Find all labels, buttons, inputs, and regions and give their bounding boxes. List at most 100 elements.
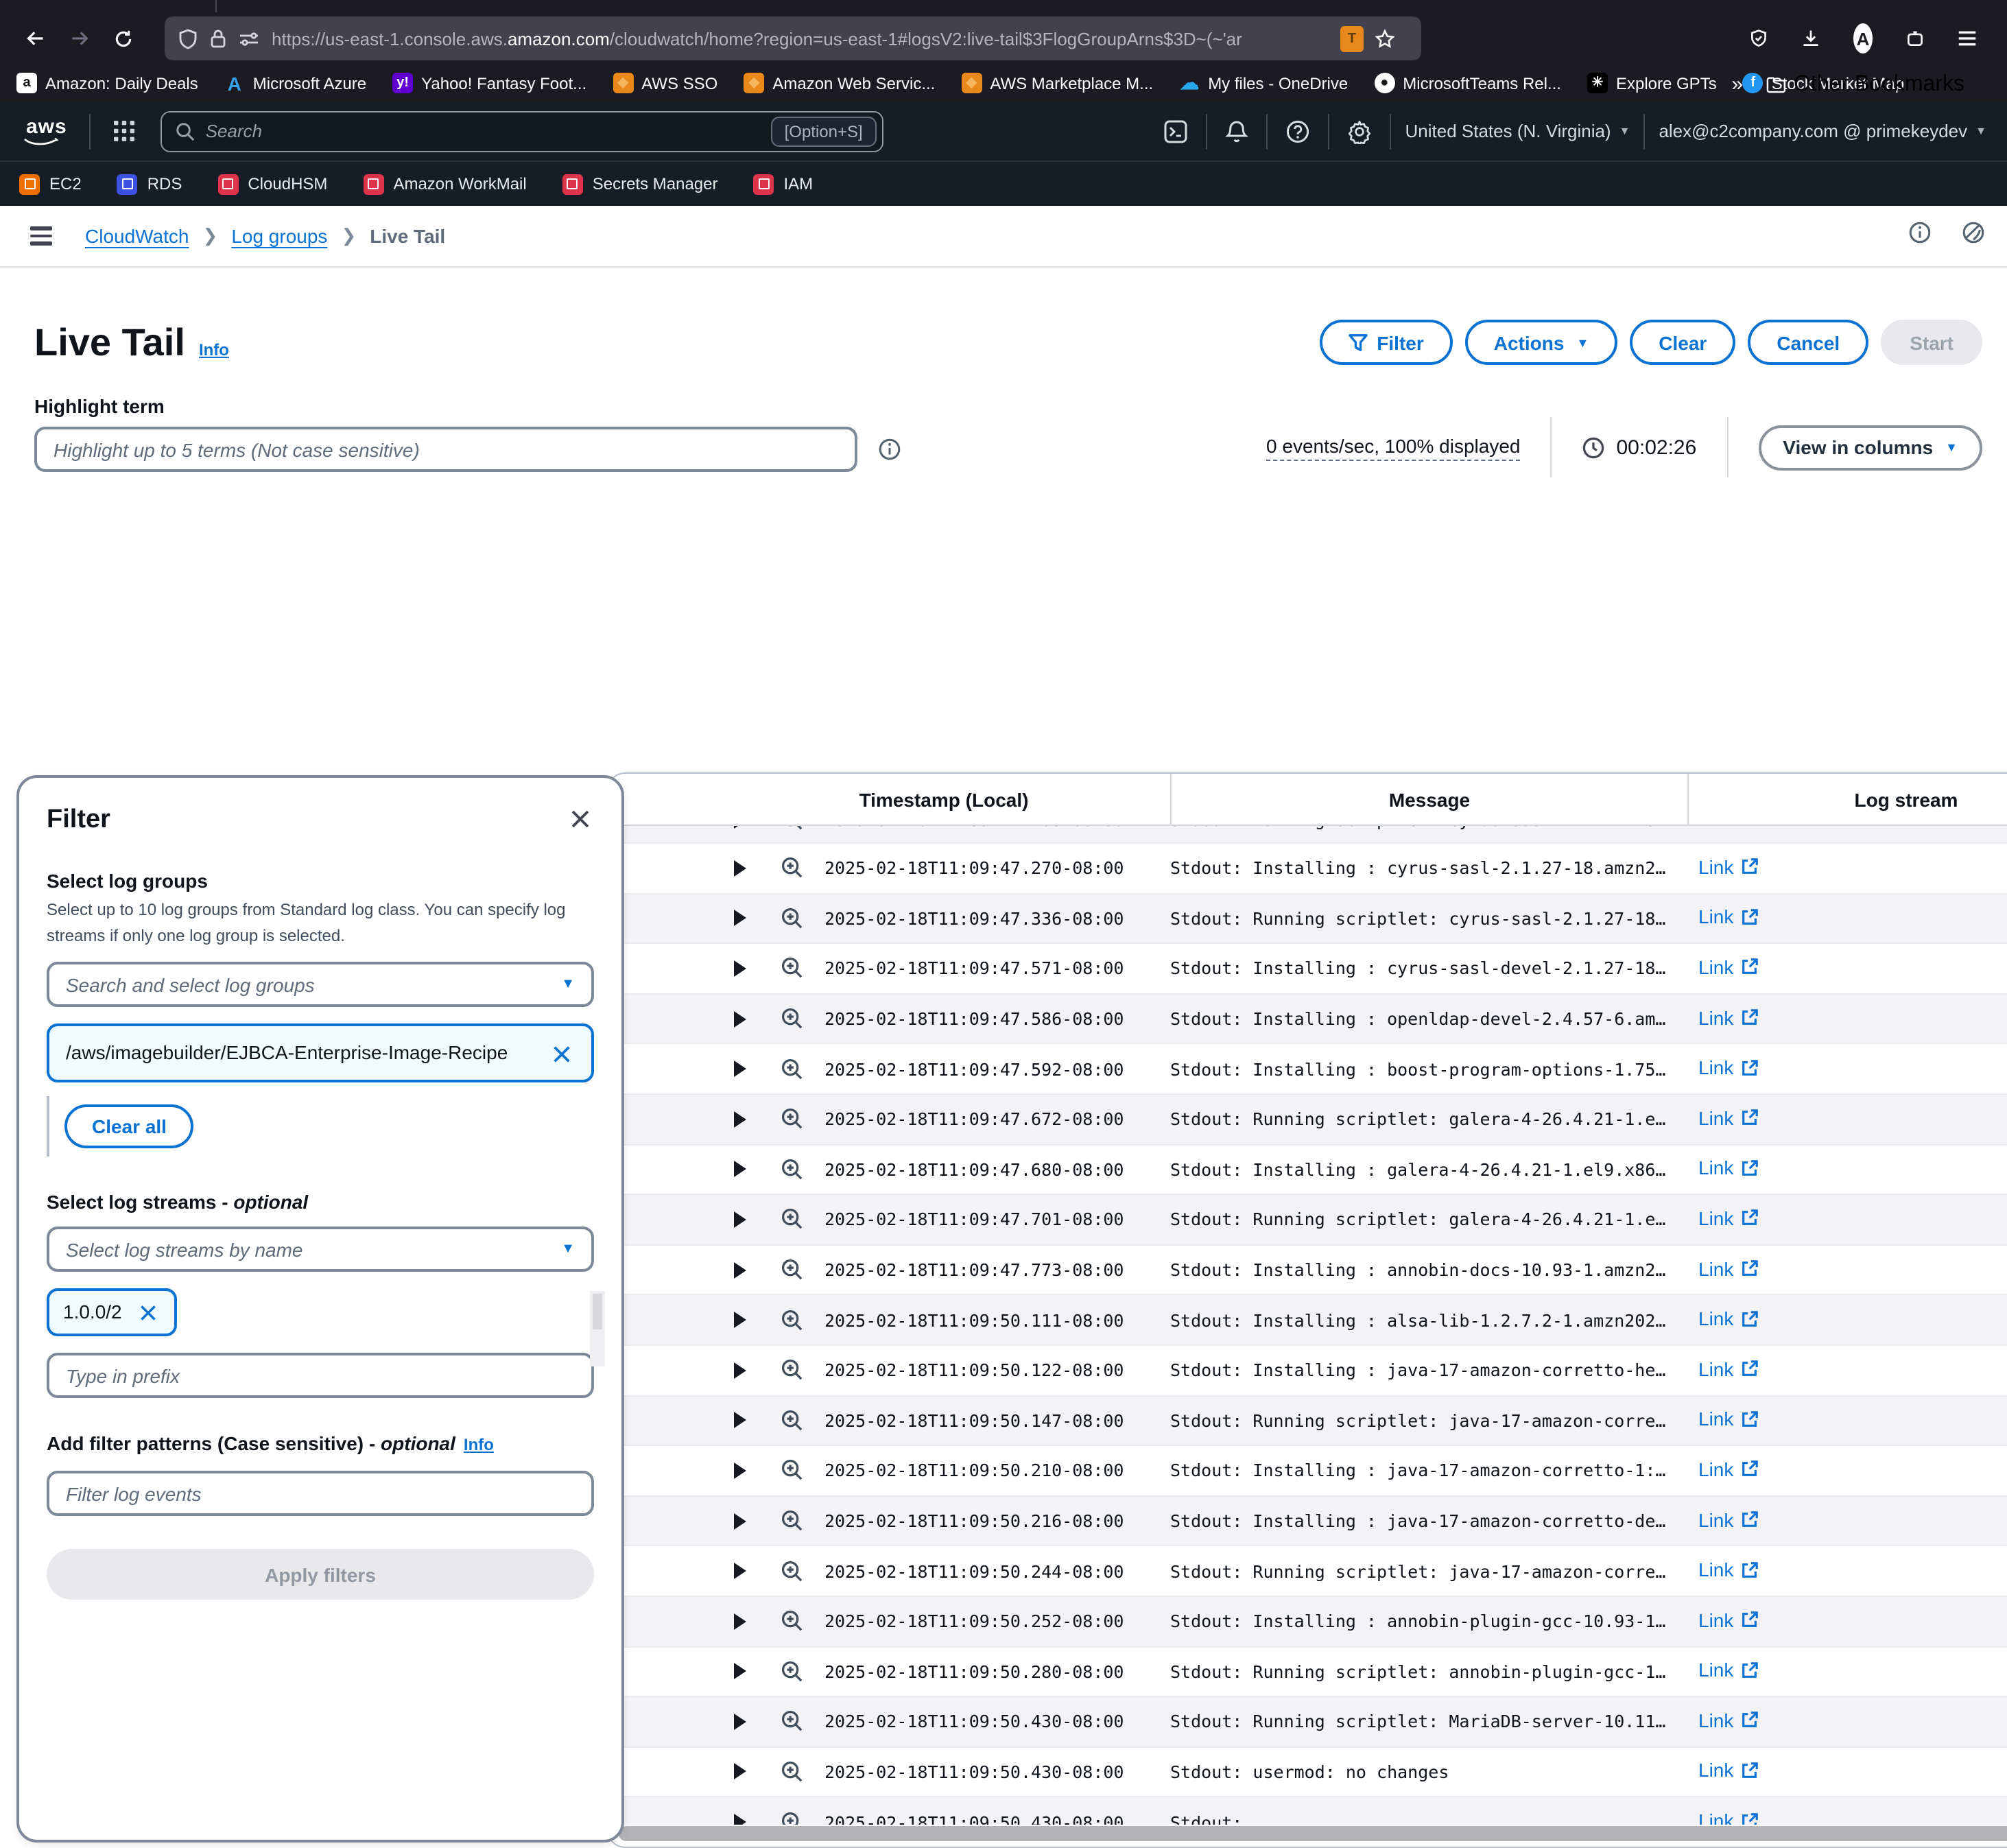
inspect-event-button[interactable]: [772, 1157, 824, 1183]
log-stream-link[interactable]: Link: [1698, 1307, 1758, 1329]
bookmark-item[interactable]: ● MicrosoftTeams Rel...: [1374, 73, 1561, 93]
inspect-event-button[interactable]: [772, 1207, 824, 1233]
bookmark-item[interactable]: ◆ AWS SSO: [613, 73, 717, 93]
log-stream-link[interactable]: Link: [1698, 1559, 1758, 1580]
expand-event-button[interactable]: [726, 1411, 772, 1430]
expand-event-button[interactable]: [726, 1059, 772, 1078]
expand-event-button[interactable]: [726, 1712, 772, 1731]
expand-event-button[interactable]: [726, 1511, 772, 1530]
log-stream-link[interactable]: Link: [1698, 1659, 1758, 1681]
expand-event-button[interactable]: [726, 859, 772, 878]
view-in-columns-button[interactable]: View in columns▼: [1758, 425, 1982, 470]
cancel-button[interactable]: Cancel: [1748, 320, 1868, 365]
actions-button[interactable]: Actions▼: [1465, 320, 1618, 365]
clear-all-button[interactable]: Clear all: [64, 1104, 194, 1148]
account-avatar[interactable]: A: [1845, 21, 1881, 56]
inspect-event-button[interactable]: [772, 1759, 824, 1785]
log-groups-select[interactable]: Search and select log groups ▼: [47, 962, 594, 1007]
bookmark-item[interactable]: A Microsoft Azure: [224, 73, 366, 93]
expand-event-button[interactable]: [726, 1260, 772, 1279]
bookmark-item[interactable]: ✳ Explore GPTs: [1587, 73, 1717, 93]
aws-favorite-shortcut[interactable]: RDS: [117, 174, 182, 194]
log-stream-link[interactable]: Link: [1698, 956, 1758, 978]
account-menu[interactable]: alex@c2company.com @ primekeydev▼: [1659, 121, 1986, 141]
expand-event-button[interactable]: [726, 1662, 772, 1681]
expand-event-button[interactable]: [726, 1210, 772, 1229]
reload-button[interactable]: [106, 21, 141, 56]
remove-token-icon[interactable]: [549, 1041, 575, 1067]
aws-favorite-shortcut[interactable]: Secrets Manager: [562, 174, 718, 194]
expand-event-button[interactable]: [726, 1611, 772, 1631]
patterns-info-link[interactable]: Info: [464, 1435, 494, 1454]
filter-pattern-input[interactable]: [47, 1471, 594, 1516]
bookmark-item[interactable]: ◆ Amazon Web Servic...: [744, 73, 935, 93]
breadcrumb-cloudwatch[interactable]: CloudWatch: [85, 225, 189, 247]
other-bookmarks[interactable]: Other Bookmarks: [1765, 72, 1964, 97]
inspect-event-button[interactable]: [772, 1006, 824, 1032]
cloudshell-icon[interactable]: [1160, 115, 1193, 147]
inspect-event-button[interactable]: [772, 956, 824, 982]
inspect-event-button[interactable]: [772, 905, 824, 932]
expand-event-button[interactable]: [726, 1360, 772, 1379]
highlight-term-input[interactable]: [34, 427, 857, 472]
aws-favorite-shortcut[interactable]: IAM: [754, 174, 814, 194]
aws-logo[interactable]: aws: [21, 115, 73, 147]
clear-button[interactable]: Clear: [1630, 320, 1735, 365]
inspect-event-button[interactable]: [772, 1307, 824, 1333]
bookmark-item[interactable]: y! Yahoo! Fantasy Foot...: [392, 73, 586, 93]
bookmark-item[interactable]: a Amazon: Daily Deals: [16, 73, 198, 93]
aws-favorite-shortcut[interactable]: CloudHSM: [217, 174, 327, 194]
log-stream-link[interactable]: Link: [1698, 1810, 1758, 1825]
filter-button[interactable]: Filter: [1319, 320, 1452, 365]
info-icon[interactable]: [878, 438, 901, 461]
expand-event-button[interactable]: [726, 1561, 772, 1580]
log-stream-link[interactable]: Link: [1698, 1760, 1758, 1781]
expand-event-button[interactable]: [726, 1160, 772, 1179]
log-stream-link[interactable]: Link: [1698, 1257, 1758, 1279]
inspect-event-button[interactable]: [772, 1508, 824, 1534]
notifications-bell-icon[interactable]: [1222, 115, 1253, 147]
expand-event-button[interactable]: [726, 959, 772, 978]
expand-event-button[interactable]: [726, 1762, 772, 1781]
region-selector[interactable]: United States (N. Virginia)▼: [1405, 121, 1630, 141]
back-button[interactable]: [18, 21, 54, 56]
start-button[interactable]: Start: [1881, 320, 1982, 365]
info-icon[interactable]: [1908, 221, 1932, 251]
log-stream-link[interactable]: Link: [1698, 1508, 1758, 1530]
log-stream-link[interactable]: Link: [1698, 1056, 1758, 1078]
inspect-event-button[interactable]: [772, 1408, 824, 1434]
help-icon[interactable]: [1282, 115, 1315, 147]
tampermonkey-extension-icon[interactable]: T: [1340, 25, 1364, 51]
expand-event-button[interactable]: [726, 1110, 772, 1129]
url-bar[interactable]: https://us-east-1.console.aws.amazon.com…: [165, 16, 1421, 60]
expand-event-button[interactable]: [726, 909, 772, 928]
expand-event-button[interactable]: [726, 1009, 772, 1028]
aws-favorite-shortcut[interactable]: Amazon WorkMail: [363, 174, 526, 194]
bookmark-item[interactable]: ◆ AWS Marketplace M...: [961, 73, 1153, 93]
expand-event-button[interactable]: [726, 826, 772, 829]
forward-button[interactable]: [62, 21, 97, 56]
inspect-event-button[interactable]: [772, 1106, 824, 1133]
inspect-event-button[interactable]: [772, 1357, 824, 1383]
log-stream-link[interactable]: Link: [1698, 1107, 1758, 1129]
bookmarks-chevron-icon[interactable]: »: [1731, 73, 1740, 96]
settings-gear-icon[interactable]: [1344, 115, 1377, 147]
log-streams-select[interactable]: Select log streams by name ▼: [47, 1227, 594, 1272]
inspect-event-button[interactable]: [772, 1659, 824, 1685]
inspect-event-button[interactable]: [772, 1257, 824, 1283]
menu-hamburger-icon[interactable]: [1949, 21, 1985, 56]
remove-token-icon[interactable]: [136, 1300, 161, 1325]
inspect-event-button[interactable]: [772, 1056, 824, 1082]
expand-event-button[interactable]: [726, 1461, 772, 1480]
inspect-event-button[interactable]: [772, 1458, 824, 1484]
log-stream-link[interactable]: Link: [1698, 1358, 1758, 1379]
close-icon[interactable]: [567, 805, 594, 833]
log-stream-link[interactable]: Link: [1698, 856, 1758, 878]
permissions-icon[interactable]: [239, 29, 259, 47]
split-panel-icon[interactable]: [1962, 221, 1985, 251]
lock-icon[interactable]: [210, 29, 226, 48]
expand-event-button[interactable]: [726, 1310, 772, 1329]
log-stream-link[interactable]: Link: [1698, 826, 1758, 829]
protection-shield-icon[interactable]: [1741, 21, 1777, 56]
breadcrumb-log-groups[interactable]: Log groups: [231, 225, 327, 247]
